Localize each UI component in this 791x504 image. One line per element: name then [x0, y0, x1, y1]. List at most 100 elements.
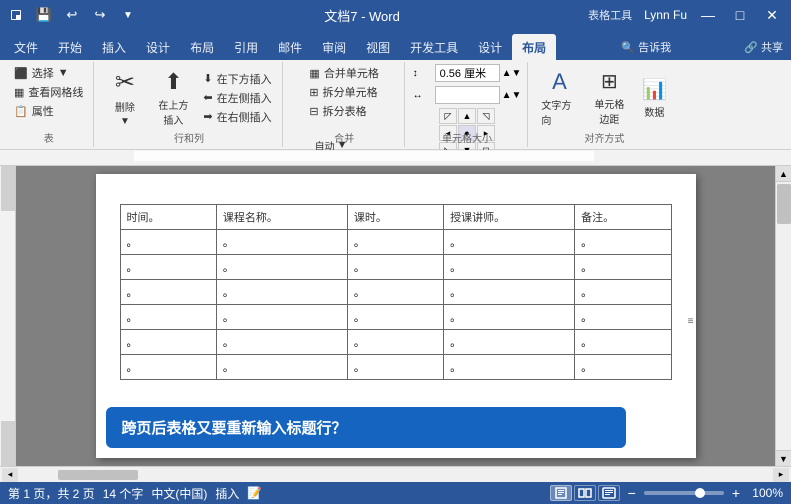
view-icons — [550, 485, 620, 501]
split-table-btn[interactable]: ⊟ 拆分表格 — [305, 102, 370, 120]
width-label: ↔ — [413, 90, 433, 101]
cell: 。 — [216, 255, 347, 280]
read-view-btn[interactable] — [574, 485, 596, 501]
vertical-scrollbar[interactable]: ▲ ▼ — [775, 166, 791, 466]
tab-home[interactable]: 开始 — [48, 34, 92, 60]
tab-review[interactable]: 审阅 — [312, 34, 356, 60]
scroll-up-btn[interactable]: ▲ — [776, 166, 791, 182]
header-hours: 课时。 — [347, 205, 443, 230]
insert-right-icon: ➡ — [203, 110, 212, 123]
table-group-label: 表 — [4, 130, 93, 145]
cell: 。 — [575, 255, 671, 280]
user-area[interactable]: 表格工具 Lynn Fu — [584, 7, 691, 23]
ribbon-group-merge: ▦ 合并单元格 ⊞ 拆分单元格 ⊟ 拆分表格 自动 ▼ — [285, 62, 405, 147]
table-row: 。 。 。 。 。 — [120, 355, 671, 380]
scroll-left-btn[interactable]: ◂ — [2, 468, 18, 482]
width-input[interactable] — [435, 86, 500, 104]
tab-references[interactable]: 引用 — [224, 34, 268, 60]
save-btn[interactable]: 💾 — [32, 3, 56, 27]
vertical-ruler — [0, 166, 16, 466]
doc-canvas: ≡ 时间。 课程名称。 课时。 授课讲师。 备注。 — [16, 166, 775, 466]
tell-me-btn[interactable]: 🔍 告诉我 — [613, 34, 679, 60]
tab-file[interactable]: 文件 — [4, 34, 48, 60]
language: 中文(中国) — [151, 485, 207, 502]
ribbon: ⬛ 选择 ▼ ▦ 查看网格线 📋 属性 表 ✂ — [0, 60, 791, 150]
tab-table-design[interactable]: 设计 — [468, 34, 512, 60]
data-btn[interactable]: 📊 数据 — [636, 68, 672, 128]
align-tr[interactable]: ◹ — [477, 108, 495, 124]
cell: 。 — [444, 255, 575, 280]
page-info: 第 1 页，共 2 页 — [8, 485, 95, 502]
maximize-btn[interactable]: □ — [725, 3, 755, 27]
h-scroll-thumb[interactable] — [58, 470, 138, 480]
cell: 。 — [347, 230, 443, 255]
zoom-plus-btn[interactable]: + — [732, 485, 740, 501]
align-tc[interactable]: ▲ — [458, 108, 476, 124]
properties-btn[interactable]: 📋 属性 — [10, 102, 58, 120]
cell: 。 — [120, 230, 216, 255]
height-spinner[interactable]: ▲▼ — [502, 68, 522, 79]
cell-margins-btn[interactable]: ⊞ 单元格边距 — [586, 68, 632, 128]
ribbon-group-align: A 文字方向 ⊞ 单元格边距 📊 数据 对齐方式 — [530, 62, 678, 147]
redo-btn[interactable]: ↪ — [88, 3, 112, 27]
share-btn[interactable]: 🔗 共享 — [736, 34, 791, 60]
insert-left-icon: ⬅ — [203, 91, 212, 104]
tab-table-layout[interactable]: 布局 — [512, 34, 556, 60]
cell: 。 — [216, 230, 347, 255]
table-row: 。 。 。 。 。 — [120, 255, 671, 280]
cell: 。 — [444, 280, 575, 305]
scroll-down-btn[interactable]: ▼ — [776, 450, 791, 466]
print-view-btn[interactable] — [550, 485, 572, 501]
undo-btn[interactable]: ↩ — [60, 3, 84, 27]
merge-group-label: 合并 — [285, 130, 404, 145]
insert-above-btn[interactable]: ⬆ 在上方插入 — [149, 68, 197, 128]
close-btn[interactable]: ✕ — [757, 3, 787, 27]
tab-view[interactable]: 视图 — [356, 34, 400, 60]
zoom-slider[interactable] — [644, 491, 724, 495]
page-marker: ≡ — [688, 316, 694, 327]
align-tl[interactable]: ◸ — [439, 108, 457, 124]
insert-below-btn[interactable]: ⬇ 在下方插入 — [199, 70, 275, 88]
delete-icon: ✂ — [115, 68, 135, 97]
select-btn[interactable]: ⬛ 选择 ▼ — [10, 64, 73, 82]
h-scroll-track — [18, 470, 773, 480]
minimize-btn[interactable]: — — [693, 3, 723, 27]
titlebar: 💾 ↩ ↪ ▼ 文档7 - Word 表格工具 Lynn Fu — □ ✕ — [0, 0, 791, 30]
zoom-thumb — [695, 488, 705, 498]
tab-insert[interactable]: 插入 — [92, 34, 136, 60]
titlebar-left: 💾 ↩ ↪ ▼ — [4, 3, 140, 27]
cell: 。 — [216, 280, 347, 305]
horizontal-scrollbar[interactable]: ◂ ▸ — [0, 466, 791, 482]
cell: 。 — [120, 255, 216, 280]
delete-btn[interactable]: ✂ 删除 ▼ — [102, 68, 147, 128]
statusbar: 第 1 页，共 2 页 14 个字 中文(中国) 插入 📝 − + 10 — [0, 482, 791, 504]
web-view-btn[interactable] — [598, 485, 620, 501]
insert-right-btn[interactable]: ➡ 在右侧插入 — [199, 108, 275, 126]
document-page: ≡ 时间。 课程名称。 课时。 授课讲师。 备注。 — [96, 174, 696, 458]
tab-mailings[interactable]: 邮件 — [268, 34, 312, 60]
insert-left-btn[interactable]: ⬅ 在左侧插入 — [199, 89, 275, 107]
zoom-minus-btn[interactable]: − — [628, 485, 636, 501]
cursor-icon: ⬛ — [14, 67, 28, 80]
align-group-label: 对齐方式 — [530, 130, 678, 145]
width-spinner[interactable]: ▲▼ — [502, 90, 522, 101]
insert-mode: 插入 — [215, 485, 239, 502]
scroll-thumb[interactable] — [777, 184, 791, 224]
table-row: 。 。 。 。 。 — [120, 305, 671, 330]
tab-developer[interactable]: 开发工具 — [400, 34, 468, 60]
height-label: ↕ — [413, 68, 433, 79]
customize-btn[interactable]: ▼ — [116, 3, 140, 27]
height-input[interactable] — [435, 64, 500, 82]
tab-layout-page[interactable]: 布局 — [180, 34, 224, 60]
text-direction-icon: A — [552, 69, 567, 95]
split-cells-btn[interactable]: ⊞ 拆分单元格 — [305, 83, 381, 101]
insert-below-icon: ⬇ — [203, 72, 212, 85]
text-direction-btn[interactable]: A 文字方向 — [536, 68, 582, 128]
tab-design[interactable]: 设计 — [136, 34, 180, 60]
cell: 。 — [444, 305, 575, 330]
cell: 。 — [120, 280, 216, 305]
merge-cells-btn[interactable]: ▦ 合并单元格 — [305, 64, 382, 82]
view-gridlines-btn[interactable]: ▦ 查看网格线 — [10, 83, 87, 101]
scroll-right-btn[interactable]: ▸ — [773, 468, 789, 482]
cell: 。 — [347, 355, 443, 380]
